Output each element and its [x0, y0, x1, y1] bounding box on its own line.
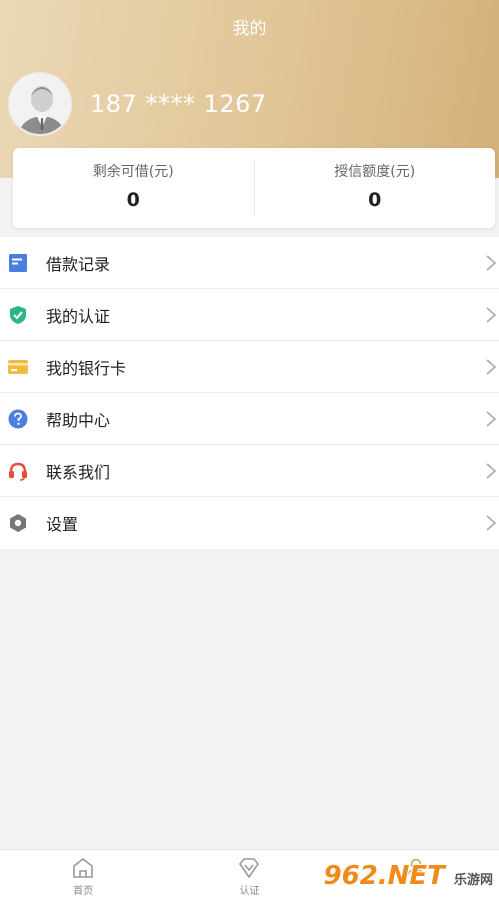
credit-limit-label: 授信额度(元) [334, 164, 416, 180]
menu-item-settings[interactable]: 设置 [0, 497, 499, 549]
page-title: 我的 [232, 19, 267, 39]
menu-item-label: 我的认证 [46, 306, 111, 326]
shield-check-icon [10, 305, 26, 324]
credit-summary-card: 剩余可借(元) 0 授信额度(元) 0 [13, 148, 495, 228]
tab-verify[interactable]: 认证 [166, 850, 332, 901]
help-icon [8, 409, 28, 428]
chevron-right-icon [486, 358, 497, 375]
remaining-credit-value: 0 [126, 189, 140, 211]
menu-item-loan-records[interactable]: 借款记录 [0, 237, 499, 289]
chevron-right-icon [486, 410, 497, 427]
menu-item-bank-cards[interactable]: 我的银行卡 [0, 341, 499, 393]
site-watermark: 962.NET 乐游网 [324, 861, 493, 891]
tab-label: 首页 [73, 886, 94, 897]
menu-item-label: 设置 [46, 515, 79, 534]
watermark-text: 962.NET [323, 861, 445, 891]
diamond-icon [239, 858, 260, 879]
home-icon [73, 857, 93, 878]
chevron-right-icon [486, 306, 497, 323]
menu-item-label: 帮助中心 [46, 410, 111, 430]
phone-number: 187 **** 1267 [90, 90, 267, 118]
credit-limit: 授信额度(元) 0 [255, 148, 496, 228]
remaining-credit: 剩余可借(元) 0 [13, 148, 254, 228]
tab-label: 认证 [239, 886, 260, 897]
menu-item-label: 借款记录 [46, 254, 111, 274]
tab-home[interactable]: 首页 [0, 850, 166, 901]
avatar[interactable] [8, 72, 72, 136]
chevron-right-icon [486, 515, 497, 531]
chevron-right-icon [486, 462, 497, 479]
menu-list: 借款记录 我的认证 我的银行卡 帮助中心 联系我们 设置 [0, 237, 499, 549]
watermark-subtext: 乐游网 [453, 873, 493, 888]
menu-item-label: 我的银行卡 [46, 358, 127, 378]
chevron-right-icon [486, 254, 497, 271]
credit-limit-value: 0 [368, 189, 382, 211]
menu-item-my-verification[interactable]: 我的认证 [0, 289, 499, 341]
card-icon [8, 359, 28, 374]
headset-icon [9, 462, 27, 481]
menu-item-label: 联系我们 [46, 462, 111, 482]
settings-icon [10, 514, 26, 532]
avatar-person-icon [10, 74, 70, 134]
menu-item-contact-us[interactable]: 联系我们 [0, 445, 499, 497]
menu-item-help-center[interactable]: 帮助中心 [0, 393, 499, 445]
document-icon [9, 253, 27, 272]
remaining-credit-label: 剩余可借(元) [92, 164, 174, 180]
